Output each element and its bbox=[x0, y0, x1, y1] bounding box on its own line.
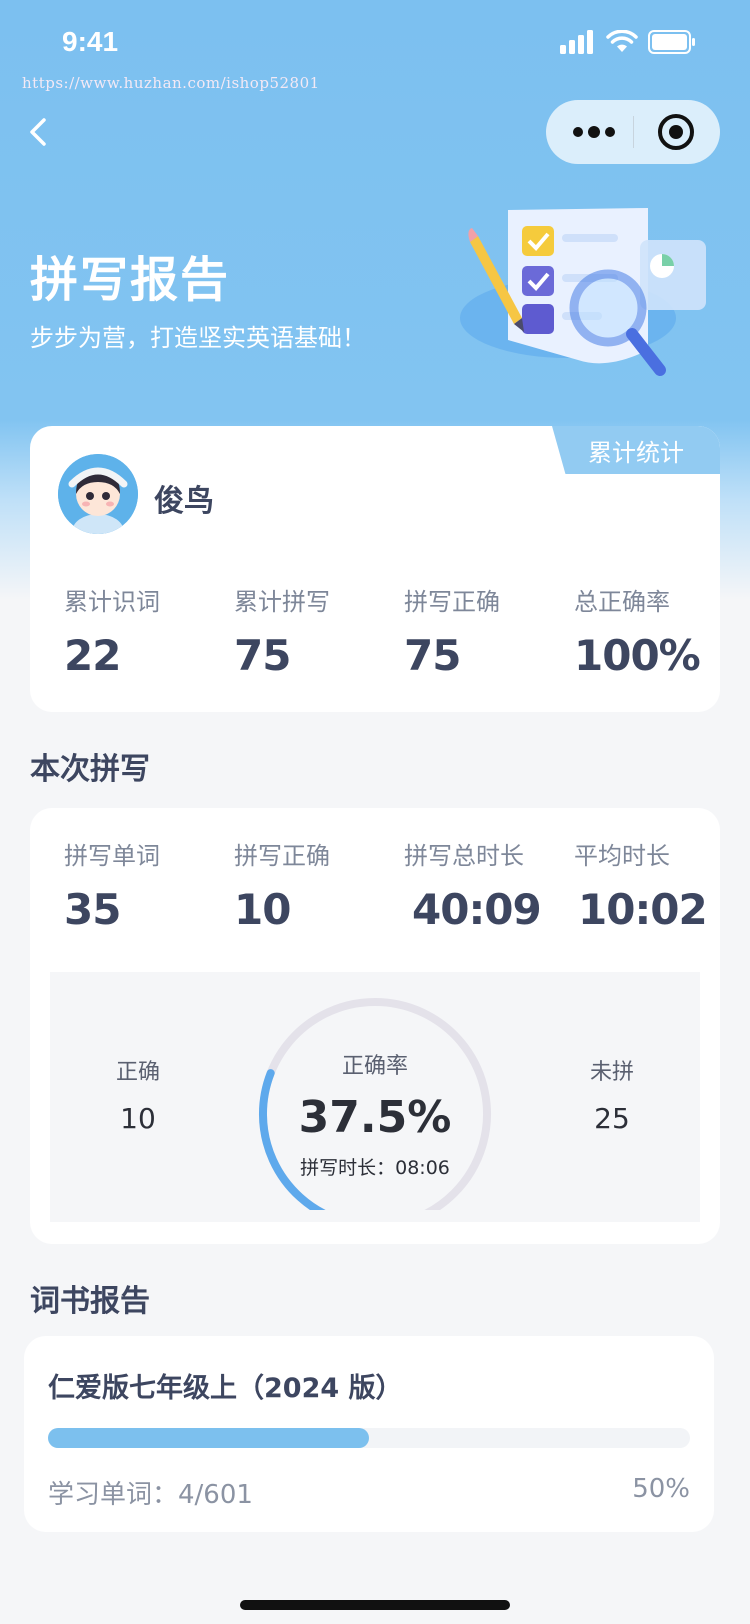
session-stats-card: 拼写单词 35 拼写正确 10 拼写总时长 40:09 平均时长 10:02 正… bbox=[30, 808, 720, 1244]
avatar[interactable] bbox=[58, 454, 138, 534]
session-stats-row: 拼写单词 35 拼写正确 10 拼写总时长 40:09 平均时长 10:02 bbox=[64, 836, 744, 934]
stat-value: 100% bbox=[574, 631, 701, 680]
book-progress-track bbox=[48, 1428, 690, 1448]
cumulative-tag: 累计统计 bbox=[552, 426, 720, 474]
book-progress-percent: 50% bbox=[632, 1474, 690, 1504]
stat-label: 平均时长 bbox=[574, 842, 670, 870]
stat-average-duration: 平均时长 10:02 bbox=[574, 836, 744, 934]
stat-label: 拼写正确 bbox=[404, 588, 500, 616]
page-title: 拼写报告 bbox=[30, 252, 231, 308]
stat-value: 75 bbox=[234, 631, 291, 680]
signal-icon bbox=[560, 30, 593, 54]
stat-total-recognized: 累计识词 22 bbox=[64, 582, 234, 680]
cumulative-stats-card: 累计统计 俊鸟 累计识词 22 累计拼写 75 拼写正确 75 总正确率 100… bbox=[30, 426, 720, 712]
stat-label: 拼写总时长 bbox=[404, 842, 524, 870]
report-illustration bbox=[458, 200, 720, 400]
correct-count: 正确 10 bbox=[78, 1054, 198, 1135]
spelling-time: 拼写时长：08:06 bbox=[300, 1157, 450, 1179]
clipboard-magnifier-illustration bbox=[460, 208, 706, 376]
stat-total-duration: 拼写总时长 40:09 bbox=[404, 836, 574, 934]
stat-overall-rate: 总正确率 100% bbox=[574, 582, 720, 680]
gauge-center: 正确率 37.5% 拼写时长：08:06 bbox=[250, 1048, 500, 1180]
stat-total-correct: 拼写正确 75 bbox=[404, 582, 574, 680]
chevron-left-icon bbox=[30, 118, 46, 146]
battery-icon bbox=[648, 30, 695, 54]
stat-total-spelled: 累计拼写 75 bbox=[234, 582, 404, 680]
stat-value: 35 bbox=[64, 885, 121, 934]
stat-label: 拼写单词 bbox=[64, 842, 160, 870]
missed-label: 未拼 bbox=[589, 1060, 634, 1085]
target-close-icon bbox=[658, 114, 694, 150]
missed-count: 未拼 25 bbox=[552, 1054, 672, 1135]
correct-value: 10 bbox=[120, 1102, 156, 1135]
correct-label: 正确 bbox=[115, 1060, 160, 1085]
close-miniprogram-button[interactable] bbox=[656, 112, 696, 152]
session-section-title: 本次拼写 bbox=[30, 752, 150, 787]
cumulative-stats-row: 累计识词 22 累计拼写 75 拼写正确 75 总正确率 100% bbox=[64, 582, 720, 680]
stat-label: 累计识词 bbox=[64, 588, 160, 616]
watermark-url: https://www.huzhan.com/ishop52801 bbox=[22, 74, 320, 92]
book-footer: 学习单词：4/601 50% bbox=[48, 1474, 690, 1511]
book-report-section-title: 词书报告 bbox=[30, 1284, 150, 1319]
more-button[interactable] bbox=[570, 122, 618, 142]
stat-value: 10:02 bbox=[578, 885, 708, 934]
book-progress-fill bbox=[48, 1428, 369, 1448]
rate-label: 正确率 bbox=[341, 1054, 408, 1079]
miniprogram-capsule bbox=[546, 100, 720, 164]
book-report-card[interactable]: 仁爱版七年级上（2024 版） 学习单词：4/601 50% bbox=[24, 1336, 714, 1532]
stat-value: 75 bbox=[404, 631, 461, 680]
more-dots-icon bbox=[573, 126, 615, 138]
stat-words-spelled: 拼写单词 35 bbox=[64, 836, 234, 934]
stat-value: 10 bbox=[234, 885, 291, 934]
wifi-icon bbox=[606, 30, 638, 52]
stat-value: 40:09 bbox=[412, 885, 542, 934]
stat-label: 累计拼写 bbox=[234, 588, 330, 616]
accuracy-gauge-panel: 正确 10 正确率 37.5% 拼写时长：08:06 未拼 25 bbox=[50, 972, 700, 1222]
status-icons bbox=[560, 30, 696, 54]
home-indicator bbox=[240, 1600, 510, 1610]
missed-value: 25 bbox=[594, 1102, 630, 1135]
girl-avatar-icon bbox=[58, 454, 138, 534]
learned-words: 学习单词：4/601 bbox=[48, 1480, 253, 1510]
capsule-divider bbox=[633, 116, 634, 148]
book-title: 仁爱版七年级上（2024 版） bbox=[48, 1373, 403, 1404]
username: 俊鸟 bbox=[154, 484, 214, 519]
rate-value: 37.5% bbox=[298, 1092, 452, 1143]
stat-correct: 拼写正确 10 bbox=[234, 836, 404, 934]
page-subtitle: 步步为营，打造坚实英语基础！ bbox=[30, 324, 366, 352]
status-time: 9:41 bbox=[62, 26, 119, 57]
back-button[interactable] bbox=[24, 112, 54, 152]
stat-label: 总正确率 bbox=[574, 588, 670, 616]
stat-label: 拼写正确 bbox=[234, 842, 330, 870]
stat-value: 22 bbox=[64, 631, 121, 680]
